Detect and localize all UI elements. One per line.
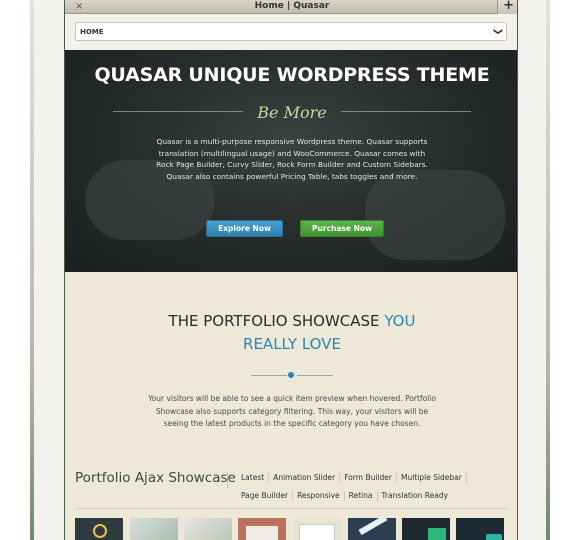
filter-translation-ready[interactable]: Translation Ready bbox=[378, 491, 453, 501]
ajax-title-separator bbox=[227, 472, 228, 488]
filter-latest[interactable]: Latest bbox=[237, 473, 270, 483]
portfolio-thumbnail[interactable] bbox=[130, 518, 178, 540]
filter-list-row-1: Latest Animation Slider Form Builder Multip… bbox=[237, 473, 467, 483]
filter-animation-slider[interactable]: Animation Slider bbox=[269, 473, 341, 483]
portfolio-divider-right bbox=[297, 375, 333, 376]
thumbnail-graphic bbox=[486, 534, 502, 540]
tablet-frame-right bbox=[546, 0, 550, 540]
portfolio-heading: THE PORTFOLIO SHOWCASE YOU REALLY LOVE bbox=[65, 310, 517, 356]
portfolio-thumbnail[interactable] bbox=[456, 518, 504, 540]
portfolio-description: Your visitors will be able to see a quic… bbox=[148, 394, 436, 428]
thumbnail-graphic bbox=[246, 526, 278, 540]
portfolio-thumbnail[interactable] bbox=[184, 518, 232, 540]
portfolio-thumbnail[interactable] bbox=[238, 518, 286, 540]
explore-now-button[interactable]: Explore Now bbox=[206, 220, 283, 237]
plus-icon: + bbox=[503, 0, 514, 13]
filter-list-row-2: Page Builder Responsive Retina Translation … bbox=[237, 491, 452, 501]
hero-description: Quasar is a multi-purpose responsive Wor… bbox=[156, 137, 428, 182]
filter-form-builder[interactable]: Form Builder bbox=[340, 473, 398, 483]
portfolio-heading-highlight: YOU bbox=[384, 312, 416, 330]
hero-title: QUASAR UNIQUE WORDPRESS THEME bbox=[94, 64, 490, 86]
browser-screen: × Home | Quasar + HOME ❯ QUASAR UNIQUE W… bbox=[64, 0, 518, 540]
nav-select-value: HOME bbox=[80, 28, 104, 36]
new-tab-button[interactable]: + bbox=[497, 0, 517, 14]
magnifier-icon bbox=[93, 524, 107, 538]
portfolio-thumbnail[interactable] bbox=[75, 518, 123, 540]
tab-title: Home | Quasar bbox=[254, 1, 330, 11]
hero-background-shape bbox=[365, 170, 505, 260]
filter-page-builder[interactable]: Page Builder bbox=[237, 491, 294, 501]
ajax-divider bbox=[75, 508, 509, 509]
filter-responsive[interactable]: Responsive bbox=[293, 491, 345, 501]
thumbnail-graphic bbox=[299, 524, 335, 540]
filter-retina[interactable]: Retina bbox=[345, 491, 378, 501]
portfolio-thumbnail[interactable] bbox=[348, 518, 396, 540]
hero-section: QUASAR UNIQUE WORDPRESS THEME Be More Qu… bbox=[65, 50, 517, 272]
chevron-down-icon: ❯ bbox=[492, 27, 503, 36]
browser-title-bar: × Home | Quasar + bbox=[65, 0, 517, 14]
hero-subtitle: Be More bbox=[257, 103, 327, 122]
portfolio-thumbnail[interactable] bbox=[293, 518, 341, 540]
ajax-showcase-title: Portfolio Ajax Showcase bbox=[75, 470, 236, 486]
portfolio-divider-dot bbox=[288, 372, 294, 378]
purchase-now-button[interactable]: Purchase Now bbox=[300, 220, 384, 237]
thumbnail-graphic bbox=[428, 528, 446, 540]
filter-multiple-sidebar[interactable]: Multiple Sidebar bbox=[397, 473, 467, 483]
thumbnail-graphic bbox=[358, 518, 388, 536]
portfolio-heading-highlight: REALLY LOVE bbox=[243, 335, 341, 353]
portfolio-heading-main: THE PORTFOLIO SHOWCASE bbox=[168, 312, 380, 330]
mobile-nav-bar: HOME ❯ bbox=[65, 14, 517, 50]
portfolio-divider-left bbox=[251, 375, 287, 376]
portfolio-thumbnail[interactable] bbox=[402, 518, 450, 540]
nav-select-dropdown[interactable]: HOME ❯ bbox=[75, 22, 507, 41]
